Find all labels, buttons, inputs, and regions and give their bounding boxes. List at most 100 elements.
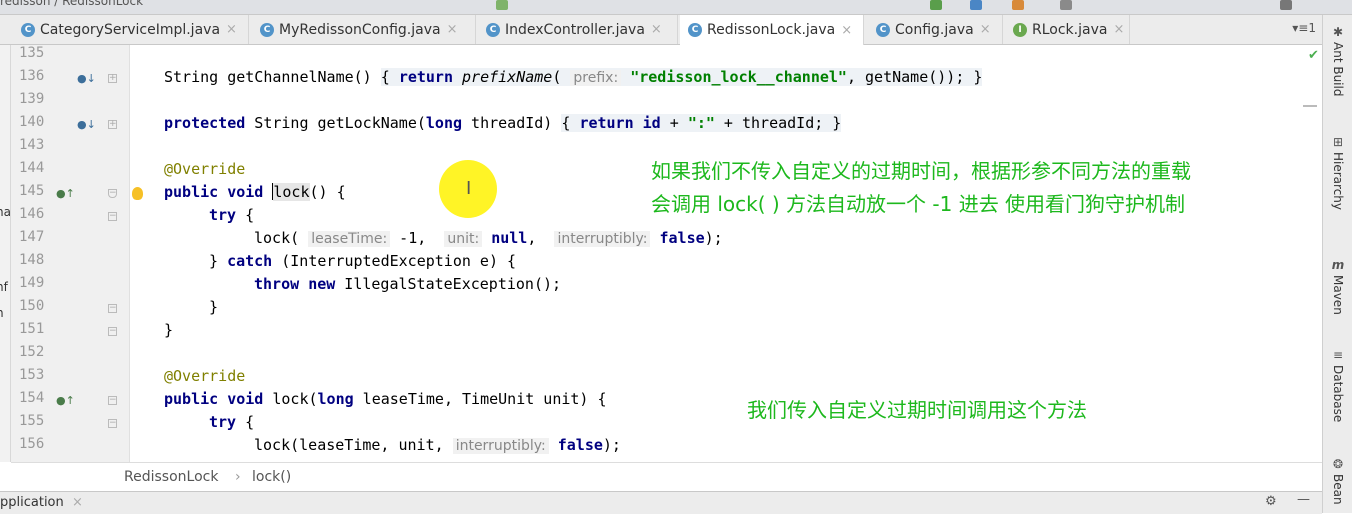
tool-ant-build[interactable]: ✱ Ant Build bbox=[1323, 25, 1352, 96]
code-breadcrumb: RedissonLock › lock() bbox=[11, 462, 1322, 491]
close-icon[interactable]: × bbox=[72, 495, 83, 510]
line-number: 147 bbox=[19, 229, 45, 245]
mouse-ibeam-icon: I bbox=[466, 178, 472, 199]
hierarchy-icon: ⊞ bbox=[1332, 135, 1344, 149]
overrides-marker-icon[interactable]: ●↓ bbox=[77, 72, 96, 85]
line-number: 155 bbox=[19, 413, 45, 429]
minimize-icon[interactable]: — bbox=[1297, 492, 1310, 507]
line-number: 136 bbox=[19, 68, 45, 84]
close-icon[interactable]: × bbox=[447, 22, 458, 37]
tab-indexcontroller[interactable]: C IndexController.java × bbox=[478, 15, 678, 44]
close-icon[interactable]: × bbox=[980, 22, 991, 37]
class-icon: C bbox=[688, 23, 702, 37]
fold-icon[interactable]: − bbox=[108, 212, 117, 221]
gear-icon[interactable]: ⚙ bbox=[1265, 494, 1277, 509]
annotation-note: 会调用 lock( ) 方法自动放一个 -1 进去 使用看门狗守护机制 bbox=[651, 192, 1186, 216]
class-icon: C bbox=[876, 22, 890, 37]
inspection-ok-icon[interactable]: ✔ bbox=[1308, 48, 1319, 63]
implements-marker-icon[interactable]: ●↑ bbox=[56, 394, 75, 407]
interface-icon: I bbox=[1013, 22, 1027, 37]
tab-config[interactable]: C Config.java × bbox=[868, 15, 1003, 44]
code-text: public void lock() { bbox=[164, 183, 346, 201]
tool-database[interactable]: ≡ Database bbox=[1323, 348, 1352, 422]
line-number: 145 bbox=[19, 183, 45, 199]
scrollbar-marker[interactable] bbox=[1303, 105, 1317, 107]
line-number: 152 bbox=[19, 344, 45, 360]
lightbulb-icon[interactable] bbox=[132, 187, 143, 200]
tab-label: CategoryServiceImpl.java bbox=[40, 21, 221, 38]
bottom-tab-application[interactable]: pplication bbox=[0, 495, 64, 510]
code-line: 147 lock( leaseTime: -1, unit: null, int… bbox=[0, 229, 1300, 252]
line-number: 143 bbox=[19, 137, 45, 153]
title-bar: redisson / RedissonLock bbox=[0, 0, 1352, 15]
run-icon[interactable] bbox=[496, 0, 508, 10]
tab-rlock[interactable]: I RLock.java × bbox=[1005, 15, 1130, 44]
code-text: try { bbox=[209, 413, 255, 431]
close-icon[interactable]: × bbox=[651, 22, 662, 37]
tool-bean[interactable]: ❂ Bean bbox=[1323, 457, 1352, 505]
right-tool-strip: ✱ Ant Build ⊞ Hierarchy m Maven ≡ Databa… bbox=[1322, 15, 1352, 513]
line-number: 139 bbox=[19, 91, 45, 107]
line-number: 150 bbox=[19, 298, 45, 314]
line-number: 154 bbox=[19, 390, 45, 406]
tab-label: RedissonLock.java bbox=[707, 22, 836, 38]
code-line: 139 bbox=[0, 91, 1300, 114]
tab-label: Config.java bbox=[895, 21, 974, 38]
fold-icon[interactable]: + bbox=[108, 120, 117, 129]
code-line: 155 − try { bbox=[0, 413, 1300, 436]
line-number: 148 bbox=[19, 252, 45, 268]
breadcrumb-separator: › bbox=[235, 469, 241, 485]
fold-icon[interactable]: + bbox=[108, 74, 117, 83]
line-number: 151 bbox=[19, 321, 45, 337]
fold-icon[interactable]: − bbox=[108, 189, 117, 198]
code-line: 151 − } bbox=[0, 321, 1300, 344]
implements-marker-icon[interactable]: ●↑ bbox=[56, 187, 75, 200]
maven-icon: m bbox=[1331, 258, 1345, 272]
tab-categoryserviceimpl[interactable]: C CategoryServiceImpl.java × bbox=[13, 15, 249, 44]
stop-icon[interactable] bbox=[1012, 0, 1024, 10]
breadcrumb-class[interactable]: RedissonLock bbox=[124, 469, 218, 485]
git-icon[interactable] bbox=[1060, 0, 1072, 10]
line-number: 144 bbox=[19, 160, 45, 176]
code-text: protected String getLockName(long thread… bbox=[164, 114, 842, 132]
bottom-tool-bar: pplication × ⚙ — bbox=[0, 491, 1322, 514]
line-number: 153 bbox=[19, 367, 45, 383]
build-icon[interactable] bbox=[970, 0, 982, 10]
fold-icon[interactable]: − bbox=[108, 327, 117, 336]
search-everywhere-icon[interactable] bbox=[1280, 0, 1292, 10]
tab-label: RLock.java bbox=[1032, 21, 1108, 38]
code-text: } catch (InterruptedException e) { bbox=[209, 252, 517, 270]
debug-icon[interactable] bbox=[930, 0, 942, 10]
code-line: 148 } catch (InterruptedException e) { bbox=[0, 252, 1300, 275]
code-text: } bbox=[164, 321, 174, 339]
close-icon[interactable]: × bbox=[841, 23, 852, 38]
close-icon[interactable]: × bbox=[226, 22, 237, 37]
code-line: 154 ●↑ − public void lock(long leaseTime… bbox=[0, 390, 1300, 413]
code-text: } bbox=[209, 298, 219, 316]
annotation-text: @Override bbox=[164, 367, 246, 385]
bean-icon: ❂ bbox=[1332, 457, 1344, 471]
breadcrumb-method[interactable]: lock() bbox=[252, 469, 291, 485]
code-text: lock(leaseTime, unit, interruptibly: fal… bbox=[254, 436, 621, 454]
code-line: 149 throw new IllegalStateException(); bbox=[0, 275, 1300, 298]
line-number: 135 bbox=[19, 45, 45, 61]
line-number: 149 bbox=[19, 275, 45, 291]
tool-hierarchy[interactable]: ⊞ Hierarchy bbox=[1323, 135, 1352, 210]
class-icon: C bbox=[21, 22, 35, 37]
annotation-note: 如果我们不传入自定义的过期时间，根据形参不同方法的重载 bbox=[651, 159, 1191, 183]
code-line: 135 bbox=[0, 45, 1300, 68]
tab-list-menu[interactable]: ▾≡1 bbox=[1292, 21, 1316, 35]
tab-label: IndexController.java bbox=[505, 21, 645, 38]
close-icon[interactable]: × bbox=[1113, 22, 1124, 37]
overrides-marker-icon[interactable]: ●↓ bbox=[77, 118, 96, 131]
fold-icon[interactable]: − bbox=[108, 396, 117, 405]
annotation-text: @Override bbox=[164, 160, 246, 178]
fold-icon[interactable]: − bbox=[108, 419, 117, 428]
tool-maven[interactable]: m Maven bbox=[1323, 258, 1352, 315]
tab-myredissonconfig[interactable]: C MyRedissonConfig.java × bbox=[252, 15, 476, 44]
tab-redissonlock[interactable]: C RedissonLock.java × bbox=[680, 15, 864, 45]
annotation-note: 我们传入自定义过期时间调用这个方法 bbox=[747, 398, 1087, 422]
code-line: 150 − } bbox=[0, 298, 1300, 321]
class-icon: C bbox=[260, 22, 274, 37]
fold-icon[interactable]: − bbox=[108, 304, 117, 313]
